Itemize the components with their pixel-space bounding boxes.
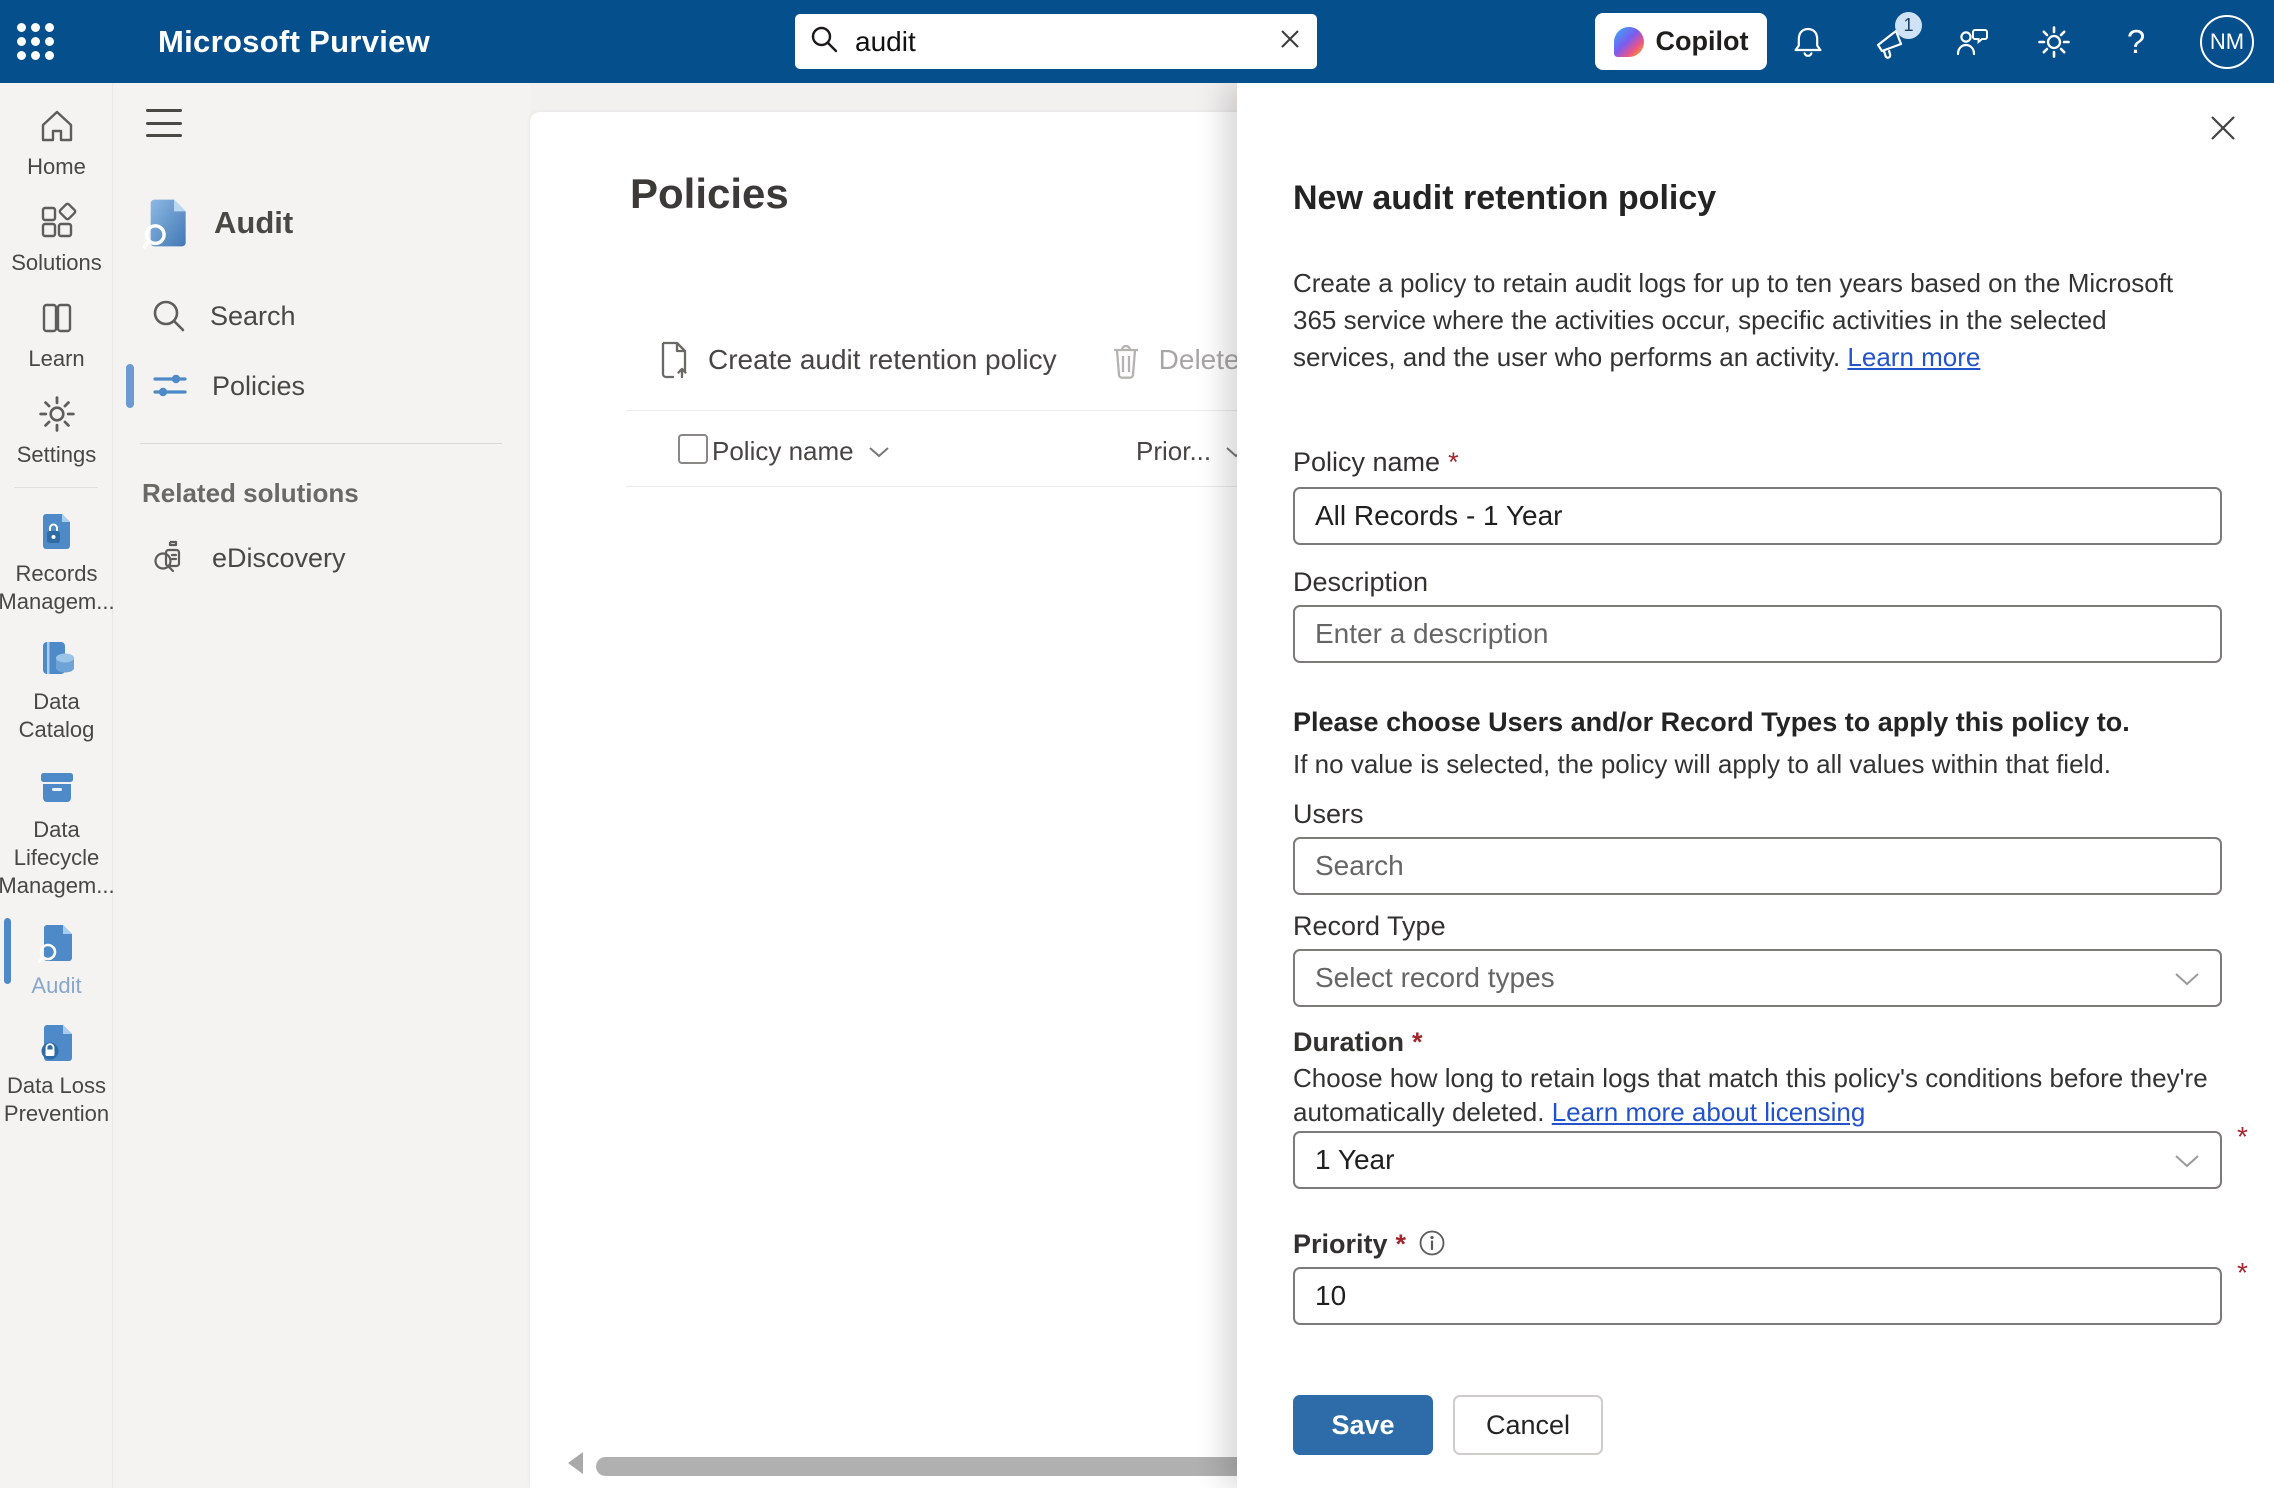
data-lifecycle-icon: [34, 764, 80, 810]
new-document-icon: [656, 340, 692, 380]
users-label: Users: [1293, 799, 1364, 830]
feedback-button[interactable]: [1954, 24, 1990, 60]
rail-item-settings[interactable]: Settings: [0, 383, 113, 479]
nav-item-policies[interactable]: Policies: [114, 355, 530, 417]
nav-item-search[interactable]: Search: [114, 285, 530, 347]
records-management-icon: [34, 508, 80, 554]
panel-intro: Create a policy to retain audit logs for…: [1293, 265, 2205, 376]
global-search[interactable]: [795, 14, 1317, 69]
nav-divider: [140, 443, 502, 444]
panel-title: New audit retention policy: [1293, 179, 1716, 218]
ediscovery-icon: [150, 538, 190, 578]
audit-icon: [34, 920, 80, 966]
notification-badge: 1: [1895, 12, 1922, 39]
description-label: Description: [1293, 567, 1428, 598]
toolbar: Create audit retention policy Delete: [656, 340, 1240, 380]
solutions-grid-icon: [36, 201, 78, 243]
required-asterisk: *: [1412, 1027, 1423, 1057]
learn-more-link[interactable]: Learn more: [1847, 342, 1980, 372]
trash-icon: [1109, 341, 1143, 379]
duration-required-asterisk: *: [2237, 1121, 2248, 1153]
required-asterisk: *: [1448, 447, 1459, 477]
selected-indicator: [4, 918, 11, 984]
description-input[interactable]: [1293, 605, 2222, 663]
search-input[interactable]: [855, 26, 1277, 58]
search-icon: [150, 297, 188, 335]
rail-item-data-loss-prevention[interactable]: Data Loss Prevention: [0, 1010, 113, 1138]
settings-gear-icon: [36, 393, 78, 435]
save-button[interactable]: Save: [1293, 1395, 1433, 1455]
copilot-icon: [1614, 27, 1644, 57]
rail-divider: [14, 487, 98, 488]
search-icon: [809, 24, 839, 59]
record-type-select[interactable]: Select record types: [1293, 949, 2222, 1007]
rail-item-data-lifecycle-management[interactable]: Data Lifecycle Managem...: [0, 754, 113, 910]
rail-item-learn[interactable]: Learn: [0, 287, 113, 383]
scroll-left-arrow[interactable]: [568, 1452, 583, 1474]
audit-side-nav: Audit Search Policies Related solutions …: [114, 83, 530, 1488]
left-rail: Home Solutions Learn Settings Records Ma…: [0, 83, 113, 1488]
new-audit-retention-policy-panel: New audit retention policy Create a poli…: [1237, 83, 2274, 1488]
duration-description: Choose how long to retain logs that matc…: [1293, 1061, 2209, 1129]
rail-item-home[interactable]: Home: [0, 95, 113, 191]
dropdown-chevron-icon: [2174, 962, 2200, 994]
home-icon: [36, 105, 78, 147]
related-solutions-header: Related solutions: [142, 478, 530, 509]
chevron-down-icon: [868, 445, 890, 459]
policy-name-label: Policy name*: [1293, 447, 1459, 478]
top-app-bar: Microsoft Purview Copilot 1 ? NM: [0, 0, 2274, 83]
collapse-nav-button[interactable]: [146, 109, 182, 137]
policies-sliders-icon: [150, 366, 190, 406]
delete-button[interactable]: Delete: [1109, 341, 1240, 379]
policy-name-input[interactable]: [1293, 487, 2222, 545]
settings-button[interactable]: [2036, 24, 2072, 60]
duration-select[interactable]: 1 Year: [1293, 1131, 2222, 1189]
person-feedback-icon: [1954, 24, 1990, 60]
data-catalog-icon: [34, 636, 80, 682]
dlp-icon: [34, 1020, 80, 1066]
licensing-link[interactable]: Learn more about licensing: [1552, 1097, 1866, 1127]
dropdown-chevron-icon: [2174, 1144, 2200, 1176]
notifications-button[interactable]: [1790, 24, 1826, 60]
audit-solution-icon: [140, 195, 194, 251]
users-search-input[interactable]: [1293, 837, 2222, 895]
nav-title: Audit: [214, 205, 293, 241]
priority-required-asterisk: *: [2237, 1257, 2248, 1289]
cancel-button[interactable]: Cancel: [1453, 1395, 1603, 1455]
whats-new-button[interactable]: 1: [1872, 24, 1908, 60]
record-type-label: Record Type: [1293, 911, 1446, 942]
panel-actions: Save Cancel: [1293, 1395, 1603, 1455]
waffle-icon: [17, 23, 54, 60]
rail-item-data-catalog[interactable]: Data Catalog: [0, 626, 113, 754]
help-button[interactable]: ?: [2118, 24, 2154, 60]
copilot-button[interactable]: Copilot: [1595, 13, 1767, 70]
priority-label: Priority*: [1293, 1229, 1446, 1260]
clear-search-icon[interactable]: [1277, 26, 1303, 57]
duration-label: Duration*: [1293, 1027, 1423, 1058]
column-policy-name[interactable]: Policy name: [712, 436, 890, 467]
nav-item-ediscovery[interactable]: eDiscovery: [114, 527, 530, 589]
priority-input[interactable]: [1293, 1267, 2222, 1325]
account-avatar[interactable]: NM: [2200, 15, 2254, 69]
required-asterisk: *: [1396, 1229, 1407, 1259]
rail-item-audit[interactable]: Audit: [0, 910, 113, 1010]
info-icon[interactable]: [1418, 1229, 1446, 1257]
create-policy-button[interactable]: Create audit retention policy: [656, 340, 1057, 380]
choose-section-subtext: If no value is selected, the policy will…: [1293, 749, 2213, 780]
product-title: Microsoft Purview: [158, 24, 430, 60]
rail-item-records-management[interactable]: Records Managem...: [0, 498, 113, 626]
gear-icon: [2036, 24, 2072, 60]
page-title: Policies: [630, 170, 789, 218]
choose-section-heading: Please choose Users and/or Record Types …: [1293, 707, 2213, 738]
select-all-checkbox[interactable]: [678, 434, 708, 464]
column-priority[interactable]: Prior...: [1136, 436, 1247, 467]
help-icon: ?: [2127, 23, 2145, 61]
bell-icon: [1791, 25, 1825, 59]
book-icon: [36, 297, 78, 339]
rail-item-solutions[interactable]: Solutions: [0, 191, 113, 287]
app-launcher-button[interactable]: [0, 0, 70, 83]
